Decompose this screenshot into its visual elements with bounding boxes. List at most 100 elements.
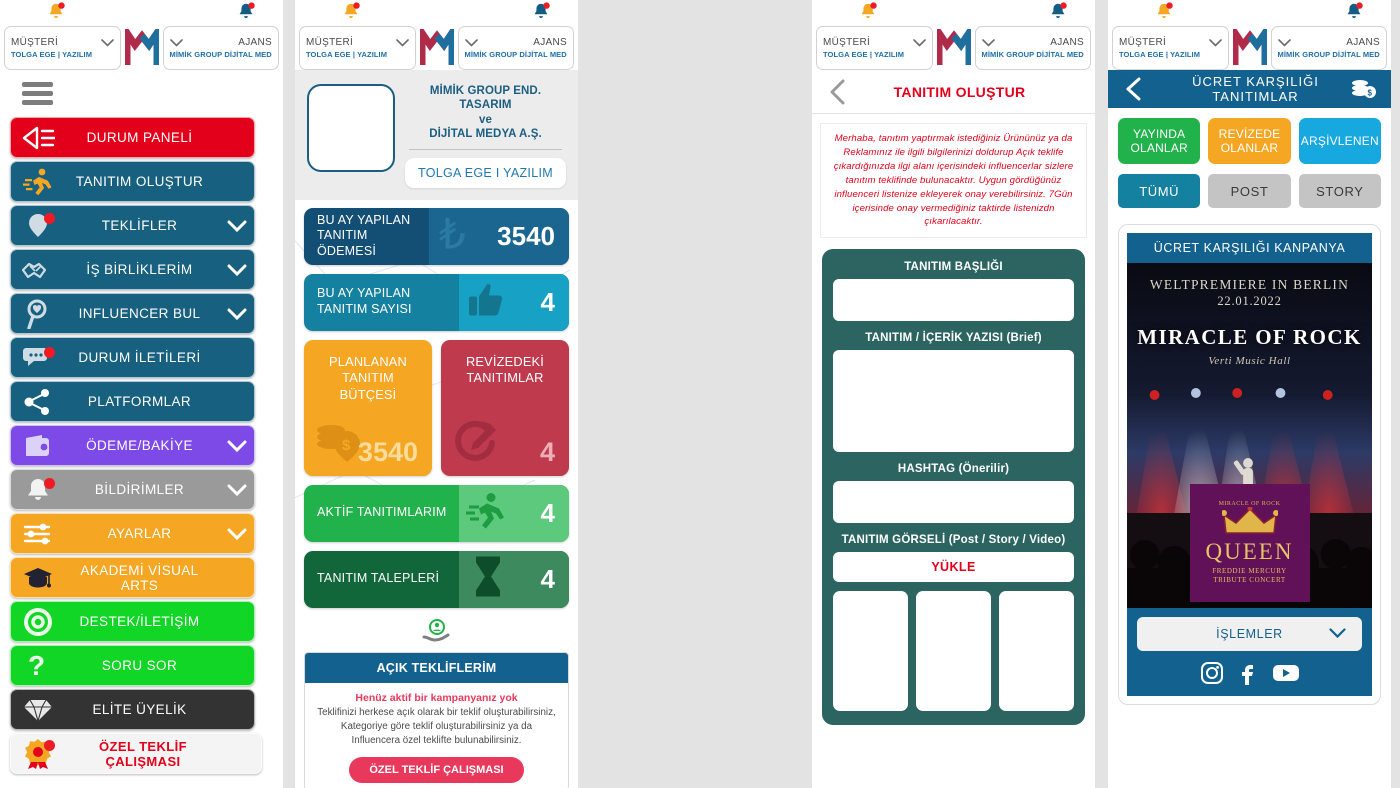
stat-card[interactable]: PLANLANAN TANITIM BÜTÇESİ $ 3540	[304, 339, 432, 476]
type-filter-all[interactable]: TÜMÜ	[1118, 174, 1201, 208]
upload-button[interactable]: YÜKLE	[833, 552, 1074, 583]
sidebar-item-11[interactable]: AKADEMİ VİSUAL ARTS	[10, 557, 255, 598]
sidebar-item-1[interactable]: DURUM PANELİ	[10, 117, 255, 158]
handshake-icon	[11, 258, 65, 282]
notice-box: Merhaba, tanıtım yaptırmak istediğiniz Ü…	[820, 123, 1087, 239]
stat-value: 4	[540, 286, 555, 317]
bell-icon[interactable]	[45, 1, 67, 23]
promo-hashtag-input[interactable]	[833, 481, 1074, 524]
agency-selector[interactable]: AJANS MİMİK GROUP DİJİTAL MEDYA	[162, 26, 279, 70]
bell-icon[interactable]	[857, 1, 879, 23]
sidebar-item-10[interactable]: AYARLAR	[10, 513, 255, 554]
lira-icon: ₺	[435, 211, 475, 262]
youtube-icon[interactable]	[1272, 662, 1300, 684]
stat-card[interactable]: BU AY YAPILAN TANITIM ÖDEMESİ ₺ 3540	[304, 207, 569, 265]
customer-selector[interactable]: MÜŞTERİ TOLGA EGE | YAZILIM	[1112, 26, 1229, 70]
agency-selector[interactable]: AJANS MİMİK GROUP DİJİTAL MEDYA	[1270, 26, 1387, 70]
agency-value: MİMİK GROUP DİJİTAL MEDYA	[169, 50, 273, 59]
stat-card[interactable]: TANITIM TALEPLERİ 4	[304, 550, 569, 608]
bell-icon[interactable]	[1153, 1, 1175, 23]
agency-selector[interactable]: AJANS MİMİK GROUP DİJİTAL MEDYA	[974, 26, 1091, 70]
bell-icon[interactable]	[1047, 1, 1069, 23]
open-offers-text-line2: Kategoriye göre teklif oluşturabilirsini…	[340, 720, 533, 732]
mimik-m-logo	[418, 26, 456, 70]
page-title: TANITIM OLUŞTUR	[893, 83, 1026, 100]
sidebar-item-9[interactable]: BİLDİRİMLER	[10, 469, 255, 510]
hand-user-icon	[304, 617, 569, 650]
campaign-badge: ÜCRET KARŞILIĞI KANPANYA	[1127, 233, 1372, 263]
crown-icon	[1221, 506, 1278, 534]
notice-text: Merhaba, tanıtım yaptırmak istediğiniz Ü…	[833, 133, 1074, 228]
sidebar-item-7[interactable]: PLATFORMLAR	[10, 381, 255, 422]
media-thumbnails	[833, 591, 1074, 712]
agency-selector[interactable]: AJANS MİMİK GROUP DİJİTAL MEDYA	[457, 26, 574, 70]
stat-card[interactable]: REVİZEDEKİ TANITIMLAR 4	[441, 339, 569, 476]
stats-section: BU AY YAPILAN TANITIM ÖDEMESİ ₺ 3540 BU …	[295, 199, 578, 650]
bell-icon[interactable]	[340, 1, 362, 23]
media-thumbnail[interactable]	[916, 591, 991, 712]
sidebar-item-14[interactable]: ELİTE ÜYELİK	[10, 689, 255, 730]
chevron-down-icon[interactable]	[220, 484, 254, 496]
filter-archived[interactable]: ARŞİVLENEN	[1298, 118, 1381, 164]
stat-value-area: 4	[459, 550, 569, 608]
actions-dropdown[interactable]: İŞLEMLER	[1137, 617, 1362, 651]
chevron-down-icon[interactable]	[220, 528, 254, 540]
chevron-down-icon[interactable]	[220, 264, 254, 276]
sidebar-item-13[interactable]: ? SORU SOR	[10, 645, 255, 686]
type-filter-post[interactable]: POST	[1208, 174, 1291, 208]
bell-icon[interactable]	[235, 1, 257, 23]
chevron-left-icon[interactable]	[812, 79, 864, 105]
stat-card[interactable]: AKTİF TANITIMLARIM 4	[304, 484, 569, 542]
bell-icon[interactable]	[1343, 1, 1365, 23]
agency-label: AJANS	[1050, 37, 1084, 48]
sidebar-item-label: İŞ BİRLİKLERİM	[86, 262, 193, 277]
campaign-poster[interactable]: WELTPREMIERE IN BERLIN 22.01.2022 MIRACL…	[1127, 263, 1372, 608]
stat-card[interactable]: BU AY YAPILAN TANITIM SAYISI 4	[304, 273, 569, 331]
thumbs-up-icon	[465, 280, 507, 325]
sidebar-item-8[interactable]: ÖDEME/BAKİYE	[10, 425, 255, 466]
type-filter-story[interactable]: STORY	[1298, 174, 1381, 208]
page-header: TANITIM OLUŞTUR	[812, 70, 1095, 114]
sidebar-item-label: ELİTE ÜYELİK	[92, 702, 187, 717]
chevron-left-icon[interactable]	[1108, 77, 1160, 101]
instagram-icon[interactable]	[1200, 661, 1224, 685]
overlay-title: QUEEN	[1205, 538, 1294, 564]
promo-title-input[interactable]	[833, 279, 1074, 322]
sidebar-item-15[interactable]: ÖZEL TEKLİF ÇALIŞMASI	[10, 733, 262, 774]
svg-text:$: $	[1368, 89, 1373, 98]
queen-overlay: MIRACLE OF ROCK QUEEN FREDDIE MERCURY TR…	[1189, 484, 1310, 602]
special-offer-button[interactable]: ÖZEL TEKLİF ÇALIŞMASI	[349, 757, 524, 784]
type-filter-label: POST	[1230, 183, 1269, 199]
media-thumbnail[interactable]	[833, 591, 908, 712]
hamburger-icon[interactable]	[0, 70, 283, 117]
type-filter-label: TÜMÜ	[1139, 183, 1180, 199]
sidebar-item-3[interactable]: TEKLİFLER	[10, 205, 255, 246]
filter-in-revision[interactable]: REVİZEDE OLANLAR	[1208, 118, 1291, 164]
type-filter-label: STORY	[1316, 183, 1364, 199]
chevron-down-icon[interactable]	[220, 308, 254, 320]
coins-money-icon: $	[1351, 78, 1391, 100]
sidebar-item-5[interactable]: INFLUENCER BUL	[10, 293, 255, 334]
sidebar-menu: DURUM PANELİ TANITIM OLUŞTUR TEKLİFLER İŞ B…	[0, 117, 283, 774]
stat-value-area: 4	[459, 273, 569, 331]
chevron-down-icon[interactable]	[220, 440, 254, 452]
customer-selector[interactable]: MÜŞTERİ TOLGA EGE | YAZILIM	[299, 26, 416, 70]
customer-label: MÜŞTERİ	[11, 37, 59, 48]
chevron-down-icon[interactable]	[220, 220, 254, 232]
stat-label-line1: BU AY YAPILAN	[317, 212, 411, 227]
bell-icon[interactable]	[530, 1, 552, 23]
sidebar-item-12[interactable]: DESTEK/İLETİŞİM	[10, 601, 255, 642]
facebook-icon[interactable]	[1236, 661, 1260, 685]
filter-published[interactable]: YAYINDA OLANLAR	[1118, 118, 1201, 164]
sidebar-item-6[interactable]: DURUM İLETİLERİ	[10, 337, 255, 378]
brand-account-button[interactable]: TOLGA EGE I YAZILIM	[405, 157, 566, 188]
sidebar-item-label: AKADEMİ VİSUAL ARTS	[80, 562, 199, 593]
sidebar-item-4[interactable]: İŞ BİRLİKLERİM	[10, 249, 255, 290]
stat-label-line1: AKTİF TANITIMLARIM	[317, 505, 447, 520]
media-thumbnail[interactable]	[999, 591, 1074, 712]
stat-value: 3540	[357, 436, 418, 467]
customer-selector[interactable]: MÜŞTERİ TOLGA EGE | YAZILIM	[816, 26, 933, 70]
sidebar-item-2[interactable]: TANITIM OLUŞTUR	[10, 161, 255, 202]
promo-brief-textarea[interactable]	[833, 350, 1074, 453]
customer-selector[interactable]: MÜŞTERİ TOLGA EGE | YAZILIM	[4, 26, 121, 70]
